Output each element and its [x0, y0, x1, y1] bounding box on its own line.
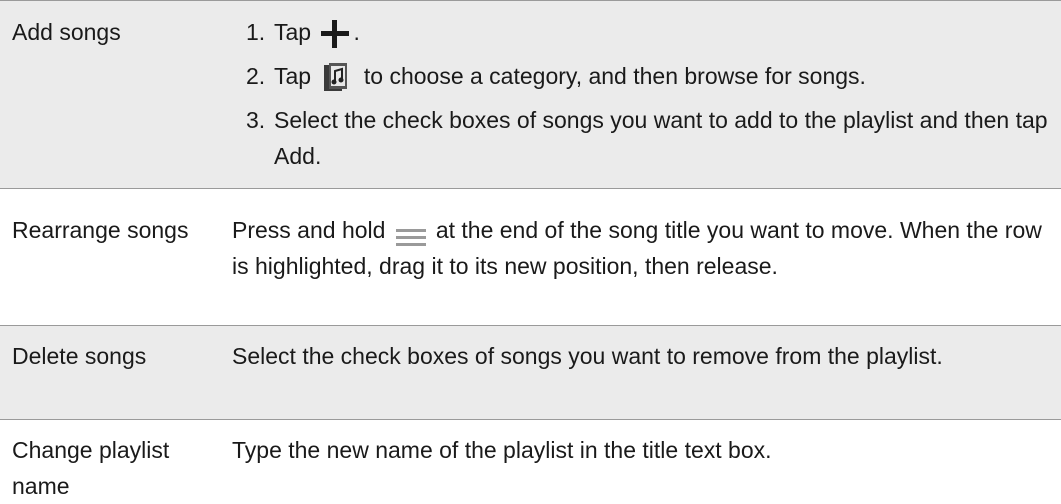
table-row-add-songs: Add songs 1. Tap . 2. Tap to choose a ca… — [0, 0, 1061, 189]
row-label-delete-songs: Delete songs — [12, 343, 147, 369]
playlist-actions-table: Add songs 1. Tap . 2. Tap to choose a ca… — [0, 0, 1061, 499]
table-row-change-playlist-name: Change playlist name Type the new name o… — [0, 420, 1061, 499]
row-description-add-songs: 1. Tap . 2. Tap to choose a category, an… — [246, 14, 1061, 182]
row-label-rearrange-songs: Rearrange songs — [12, 217, 189, 243]
row-label-add-songs: Add songs — [12, 19, 121, 45]
table-row-delete-songs: Delete songs Select the check boxes of s… — [0, 326, 1061, 420]
plus-icon — [321, 19, 350, 48]
step-2: 2. Tap to choose a category, and then br… — [246, 58, 1061, 94]
row-description-change-playlist-name: Type the new name of the playlist in the… — [232, 437, 772, 463]
step-text: Tap — [274, 63, 312, 89]
step-number: 3. — [246, 107, 266, 133]
step-3: 3. Select the check boxes of songs you w… — [246, 102, 1061, 174]
add-button-label: Add — [274, 143, 315, 169]
step-text-end: to choose a category, and then browse fo… — [363, 63, 866, 89]
step-1: 1. Tap . — [246, 14, 1061, 50]
step-number: 2. — [246, 63, 266, 89]
table-row-rearrange-songs: Rearrange songs Press and hold at the en… — [0, 189, 1061, 326]
row-description-rearrange-songs: Press and hold at the end of the song ti… — [232, 212, 1047, 284]
drag-handle-icon — [395, 222, 426, 246]
step-text: Tap — [274, 19, 312, 45]
step-text-end: . — [353, 19, 360, 45]
step-number: 1. — [246, 19, 266, 45]
description-text-start: Press and hold — [232, 217, 386, 243]
music-library-icon — [323, 62, 349, 93]
row-description-delete-songs: Select the check boxes of songs you want… — [232, 343, 943, 369]
step-text: Select the check boxes of songs you want… — [274, 107, 1048, 133]
step-text-end: . — [314, 143, 322, 169]
row-label-change-playlist-name: Change playlist name — [12, 437, 170, 499]
